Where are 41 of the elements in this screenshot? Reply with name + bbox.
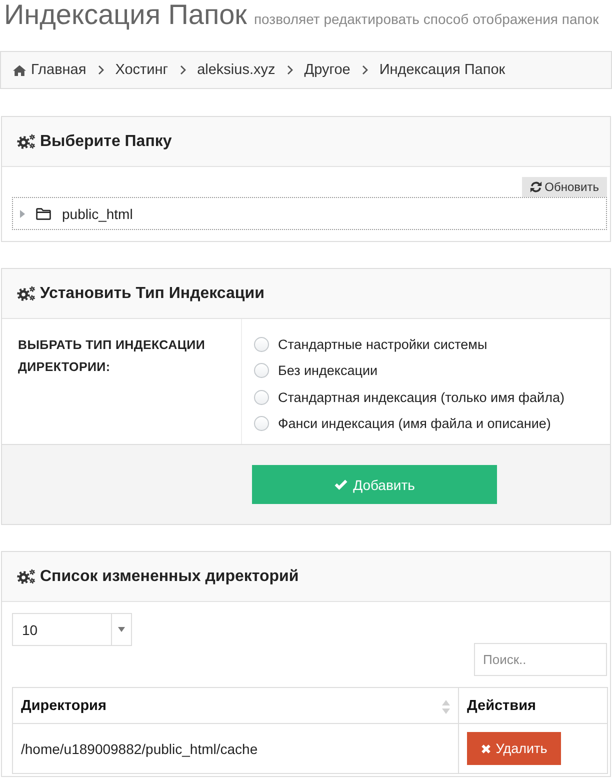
radio-button[interactable] [254,336,269,352]
folder-name[interactable]: public_html [62,206,133,222]
home-icon [13,64,26,76]
caret-icon[interactable] [20,210,25,218]
panel-title: Выберите Папку [40,132,172,150]
dropdown-caret-icon [118,627,125,632]
close-icon [480,744,491,754]
panel-title: Установить Тип Индексации [40,284,264,302]
field-label: ВЫБРАТЬ ТИП ИНДЕКСАЦИИ ДИРЕКТОРИИ: [18,337,206,376]
delete-button[interactable]: Удалить [467,732,561,765]
check-icon [334,479,348,490]
radio-label: Без индексации [278,363,378,378]
radio-button[interactable] [254,390,269,405]
refresh-icon [530,181,542,193]
column-header[interactable]: Директория [12,688,458,724]
radio-label: Стандартные настройки системы [278,336,488,352]
chevron-icon [98,65,104,75]
radio-label: Стандартная индексация (только имя файла) [278,390,564,405]
breadcrumb-link[interactable]: Главная [13,62,86,78]
chevron-icon [287,65,294,75]
page-subtitle: позволяет редактировать способ отображения папок [254,11,599,27]
column-header: Действия [458,688,608,724]
table-cell: /home/u189009882/public_html/cache [12,724,458,774]
radio-label: Фанси индексация (имя файла и описание) [278,416,551,432]
refresh-button[interactable]: Обновить [522,177,607,197]
breadcrumb-link[interactable]: Другое [304,62,350,78]
search-field[interactable]: Поиск.. [474,643,607,676]
breadcrumb-link[interactable]: Хостинг [115,62,168,78]
gears-icon [17,569,35,584]
radio-button[interactable] [254,416,269,432]
chevron-icon [362,65,368,75]
panel-title: Список измененных директорий [40,568,299,586]
breadcrumb-link[interactable]: aleksius.xyz [197,62,276,78]
page-title: Индексация Папок [4,0,247,30]
gears-icon [17,134,35,149]
gears-icon [17,286,35,301]
breadcrumb-current: Индексация Папок [379,62,506,78]
page-size-select[interactable]: 10 [12,613,132,646]
chevron-icon [180,65,186,75]
radio-button[interactable] [254,363,269,378]
folder-icon [36,208,51,220]
